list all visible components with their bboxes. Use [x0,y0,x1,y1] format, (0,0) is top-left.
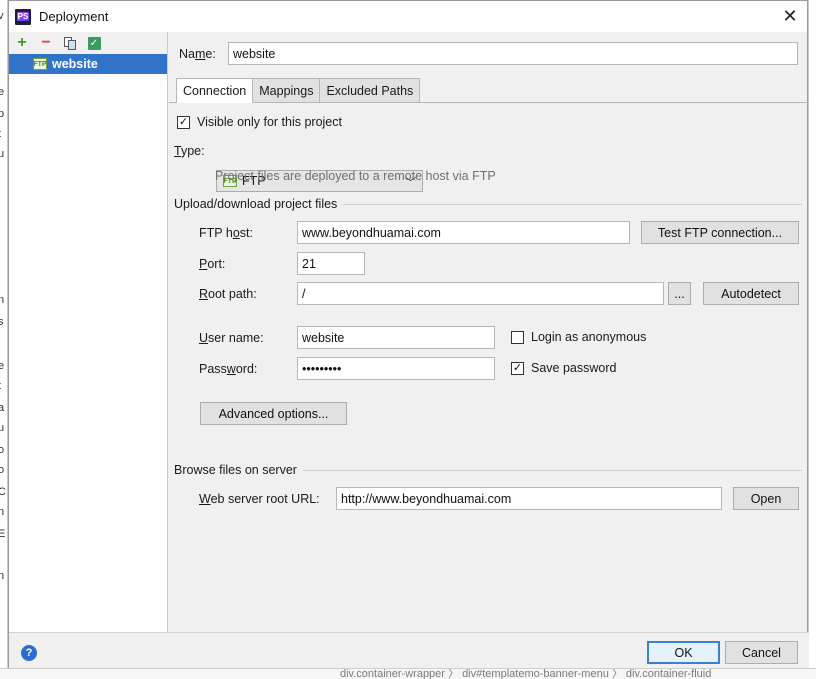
test-ftp-connection-button[interactable]: Test FTP connection... [641,221,799,244]
upload-section-title: Upload/download project files [174,197,338,211]
user-name-field[interactable] [297,326,495,349]
close-icon[interactable]: ✕ [779,5,801,27]
background-editor-left: v e p t u n s i e t a u o o C n E i n [0,0,8,679]
name-label: Name: [179,47,216,61]
type-label: Type: [174,144,205,158]
name-field[interactable] [228,42,798,65]
server-item-website[interactable]: FTP website [9,54,167,74]
login-anonymous-label: Login as anonymous [531,330,647,344]
port-label: Port: [199,257,226,271]
visible-only-checkbox[interactable]: ✓ [177,115,190,129]
save-password-checkbox[interactable]: ✓ [511,361,524,375]
visible-only-label: Visible only for this project [197,115,342,129]
port-field[interactable] [297,252,365,275]
user-name-label: User name: [199,331,264,345]
save-password-label: Save password [531,361,617,375]
remove-server-button[interactable]: − [37,34,55,52]
section-divider [343,203,802,205]
web-root-url-field[interactable] [336,487,722,510]
ftp-host-wrap [297,221,630,244]
autodetect-button[interactable]: Autodetect [703,282,799,305]
password-wrap [297,357,495,380]
phpstorm-app-icon: PS [15,8,31,25]
password-field[interactable] [297,357,495,380]
user-name-wrap [297,326,495,349]
port-wrap [297,252,365,275]
advanced-options-button[interactable]: Advanced options... [200,402,347,425]
ftp-server-icon: FTP [33,58,47,70]
open-button[interactable]: Open [733,487,799,510]
server-list-panel: + − ✓ FTP website [9,32,168,632]
window-title: Deployment [39,9,109,24]
browse-section-title: Browse files on server [174,463,297,477]
tab-connection[interactable]: Connection [176,78,254,103]
title-bar: PS Deployment ✕ [9,1,807,32]
type-hint: Project files are deployed to a remote h… [215,169,496,183]
tab-excluded-paths[interactable]: Excluded Paths [319,78,421,102]
background-editor-right [808,0,816,679]
web-root-wrap [336,487,722,510]
check-icon: ✓ [87,36,101,50]
help-icon[interactable]: ? [21,645,37,661]
login-anonymous-checkbox[interactable] [511,330,524,344]
web-root-label: Web server root URL: [199,492,320,506]
browse-root-path-button[interactable]: ... [668,282,691,305]
tab-bar: Connection Mappings Excluded Paths [176,78,421,103]
copy-server-button[interactable] [61,34,79,52]
root-path-label: Root path: [199,287,257,301]
cancel-button[interactable]: Cancel [725,641,798,664]
name-field-wrap [228,42,798,65]
section-divider [302,469,802,471]
login-anonymous-row[interactable]: Login as anonymous [511,330,646,344]
server-toolbar: + − ✓ [9,32,167,54]
ok-button[interactable]: OK [647,641,720,664]
deployment-dialog: PS Deployment ✕ + − ✓ FTP website Name: … [8,0,809,668]
root-path-wrap [297,282,664,305]
dialog-footer: ? OK Cancel [9,632,809,668]
password-label: Password: [199,362,258,376]
ftp-host-field[interactable] [297,221,630,244]
add-server-button[interactable]: + [13,34,31,52]
browse-section-header: Browse files on server [174,463,802,477]
save-password-row[interactable]: ✓ Save password [511,361,616,375]
server-item-label: website [52,57,98,71]
tab-mappings[interactable]: Mappings [252,78,321,102]
background-breadcrumb: div.container-wrapper 〉 div#templatemo-b… [0,668,816,679]
ftp-host-label: FTP host: [199,226,253,240]
root-path-field[interactable] [297,282,664,305]
copy-icon [64,36,76,50]
visible-only-row[interactable]: ✓ Visible only for this project [177,115,342,129]
use-as-default-button[interactable]: ✓ [85,34,103,52]
upload-section-header: Upload/download project files [174,197,802,211]
